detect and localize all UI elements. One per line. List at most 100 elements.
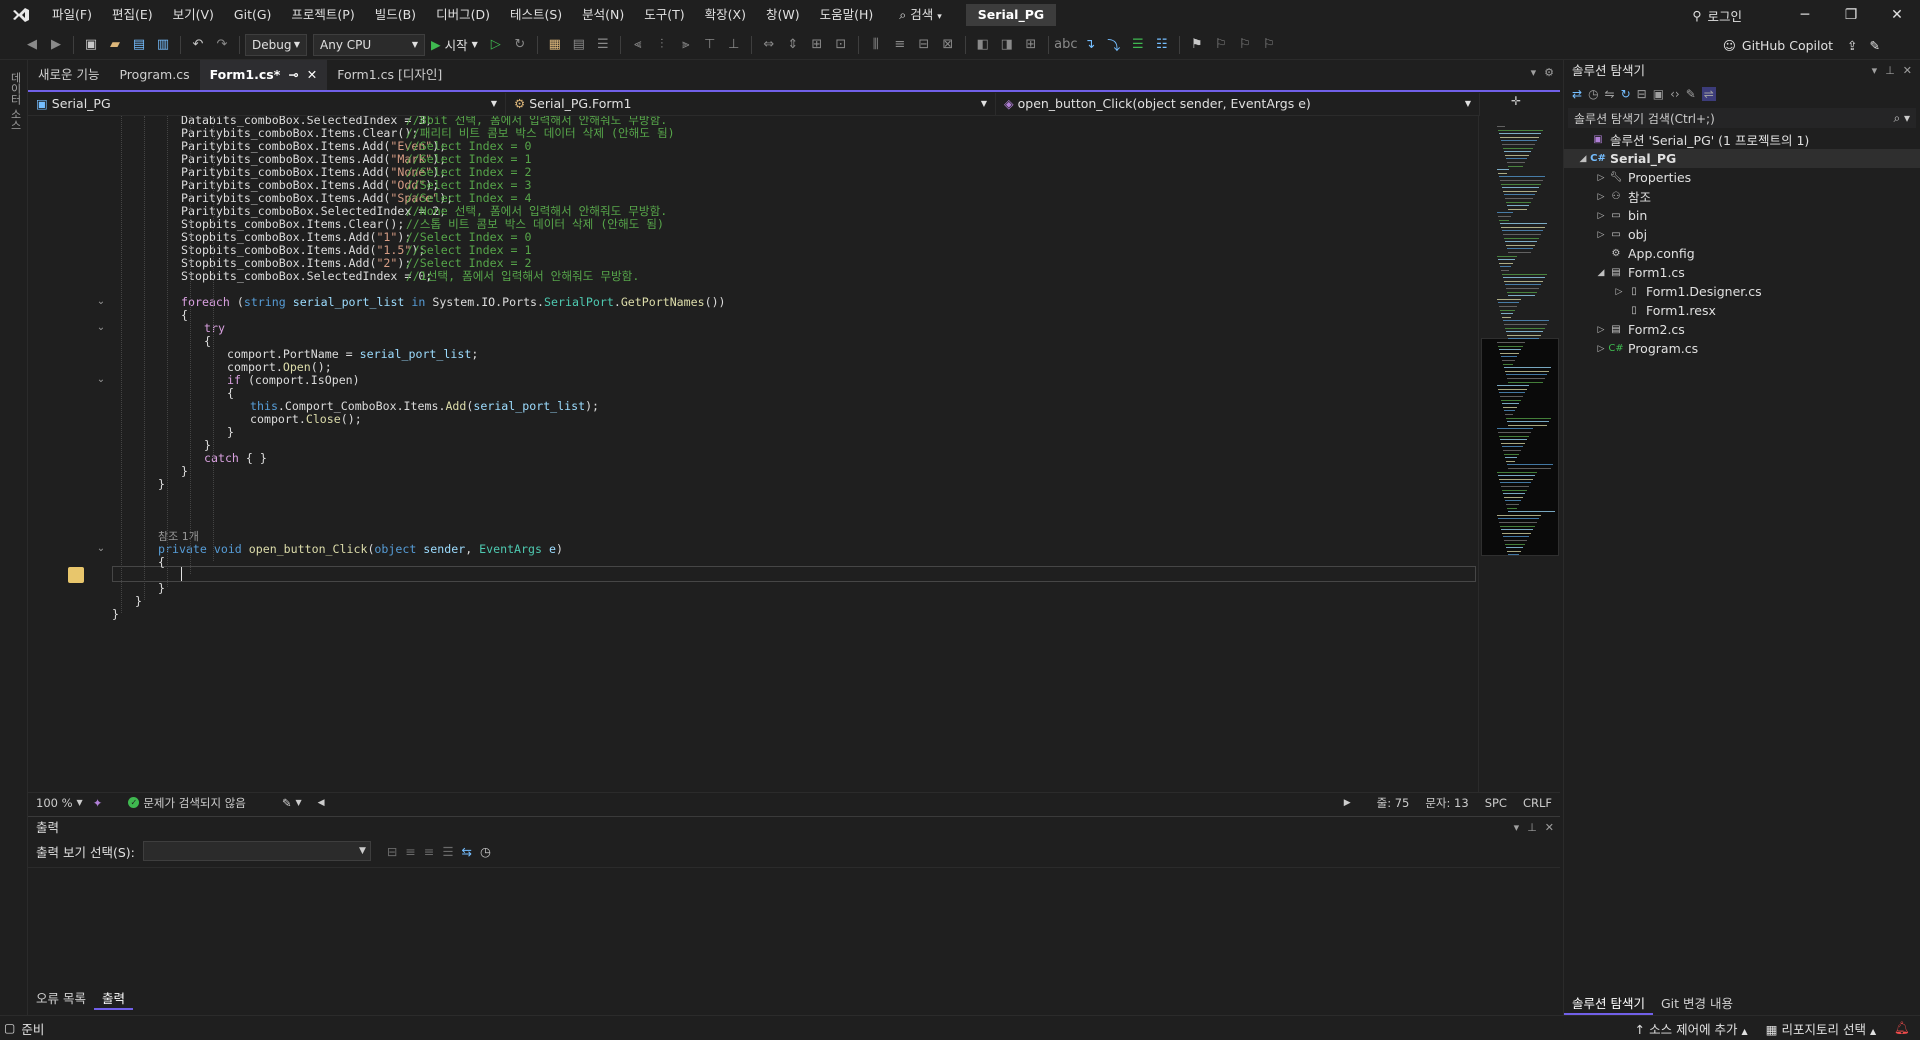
solution-bottom-tab[interactable]: Git 변경 내용 <box>1653 993 1741 1015</box>
code-editor[interactable]: ⌄⌄⌄⌄ Databits_comboBox.Items.Add("8");//… <box>28 116 1478 792</box>
next-message-icon[interactable]: ≡ <box>424 844 434 859</box>
issues-indicator[interactable]: ✓ 문제가 검색되지 않음 <box>120 795 254 811</box>
spell-check-icon[interactable]: abc <box>1054 35 1077 55</box>
code-text-area[interactable]: Databits_comboBox.Items.Add("8");//Selec… <box>112 116 1478 792</box>
fold-toggle-icon[interactable]: ⌄ <box>96 541 106 557</box>
split-editor-icon[interactable]: ✛ <box>1511 94 1521 108</box>
chevron-down-icon[interactable]: ▾ <box>1514 821 1520 834</box>
next-bookmark-icon[interactable]: ⚐ <box>1235 35 1255 55</box>
bottom-tab[interactable]: 오류 목록 <box>28 988 94 1010</box>
make-same-size-icon[interactable]: ⊞ <box>807 35 827 55</box>
close-tab-icon[interactable]: ✕ <box>307 60 317 90</box>
browse-icon[interactable]: ▦ <box>545 35 565 55</box>
settings-gear-icon[interactable]: ⚙ <box>1544 66 1554 79</box>
tree-item[interactable]: ▣ 솔루션 'Serial_PG' (1 프로젝트의 1) <box>1564 130 1920 149</box>
expand-arrow-icon[interactable]: ◢ <box>1576 154 1590 164</box>
back-icon[interactable]: ◀ <box>22 35 42 55</box>
output-text-area[interactable] <box>28 867 1560 989</box>
expand-arrow-icon[interactable]: ▷ <box>1594 344 1608 354</box>
member-nav-dropdown[interactable]: ◈ open_button_Click(object sender, Event… <box>996 92 1480 115</box>
chevron-down-icon[interactable]: ▾ <box>1872 64 1878 77</box>
bottom-tab[interactable]: 출력 <box>93 988 133 1010</box>
expand-arrow-icon[interactable]: ◢ <box>1594 268 1608 278</box>
tree-item[interactable]: ▷ ▯ Form1.Designer.cs <box>1564 282 1920 301</box>
menu-item[interactable]: 파일(F) <box>42 0 102 30</box>
tree-item[interactable]: ▷ ▭ bin <box>1564 206 1920 225</box>
lightbulb-icon[interactable] <box>68 567 84 583</box>
menu-item[interactable]: 도움말(H) <box>810 0 884 30</box>
restore-button[interactable]: ❐ <box>1828 0 1874 30</box>
clear-all-icon[interactable]: ☰ <box>442 844 453 859</box>
pending-changes-icon[interactable]: ◷ <box>1588 87 1598 101</box>
clear-bookmark-icon[interactable]: ⚐ <box>1259 35 1279 55</box>
tab-order-icon[interactable]: ⊞ <box>1021 35 1041 55</box>
github-copilot-button[interactable]: ☺ GitHub Copilot ⇪ ✎ <box>1723 30 1880 60</box>
solution-search-box[interactable]: 솔루션 탐색기 검색(Ctrl+;) ⌕ ▾ <box>1568 108 1916 128</box>
pin-tab-icon[interactable]: ⊸ <box>288 60 298 90</box>
menu-item[interactable]: 프로젝트(P) <box>281 0 364 30</box>
tree-item[interactable]: ▷ C# Program.cs <box>1564 339 1920 358</box>
align-left-icon[interactable]: ⫷ <box>628 35 648 55</box>
expand-arrow-icon[interactable]: ▷ <box>1612 287 1626 297</box>
line-ending[interactable]: CRLF <box>1515 795 1560 811</box>
menu-item[interactable]: 확장(X) <box>695 0 756 30</box>
sync-icon[interactable]: ⇋ <box>1605 87 1615 101</box>
output-status-icon[interactable]: ▢ <box>4 1021 15 1035</box>
make-same-width-icon[interactable]: ⇔ <box>759 35 779 55</box>
menu-item[interactable]: Git(G) <box>224 0 282 30</box>
save-icon[interactable]: ▤ <box>129 35 149 55</box>
pin-icon[interactable]: ⊥ <box>1885 64 1895 77</box>
step-over-icon[interactable]: ⤵ <box>1104 35 1124 55</box>
fold-toggle-icon[interactable]: ⌄ <box>96 372 106 388</box>
h-spacing-icon[interactable]: ⫼ <box>866 35 886 55</box>
fold-toggle-icon[interactable]: ⌄ <box>96 320 106 336</box>
source-control-button[interactable]: ↑ 소스 제어에 추가 ▲ <box>1635 1019 1748 1038</box>
open-folder-icon[interactable]: ▰ <box>105 35 125 55</box>
forward-icon[interactable]: ▶ <box>46 35 66 55</box>
tree-item[interactable]: ◢ C# Serial_PG <box>1564 149 1920 168</box>
class-nav-dropdown[interactable]: ⚙ Serial_PG.Form1 ▼ <box>506 92 996 115</box>
comment-icon[interactable]: ☰ <box>1128 35 1148 55</box>
doc-tab[interactable]: Form1.cs* ⊸ ✕ <box>199 60 328 90</box>
tree-item[interactable]: ⚙ App.config <box>1564 244 1920 263</box>
format-icon[interactable]: ☰ <box>593 35 613 55</box>
timestamp-icon[interactable]: ◷ <box>480 844 491 859</box>
menu-item[interactable]: 분석(N) <box>572 0 634 30</box>
editor-minimap[interactable]: ✛ <box>1478 94 1560 792</box>
doc-tab[interactable]: 새로운 기능 <box>28 60 109 90</box>
save-all-icon[interactable]: ▥ <box>153 35 173 55</box>
switch-views-icon[interactable]: ⇄ <box>1572 87 1582 101</box>
tree-item[interactable]: ▯ Form1.resx <box>1564 301 1920 320</box>
start-debug-button[interactable]: ▶ 시작 ▼ <box>431 35 478 54</box>
align-top-icon[interactable]: ⊤ <box>700 35 720 55</box>
center-h-icon[interactable]: ⊟ <box>914 35 934 55</box>
output-source-dropdown[interactable]: ▼ <box>142 841 371 861</box>
step-into-icon[interactable]: ↴ <box>1080 35 1100 55</box>
whitespace-mode[interactable]: SPC <box>1477 795 1515 811</box>
doc-tab[interactable]: Form1.cs [디자인] <box>327 60 452 90</box>
view-code-icon[interactable]: ‹› <box>1670 87 1680 101</box>
data-sources-tab[interactable]: 데이터 소스 <box>7 72 23 131</box>
menu-item[interactable]: 디버그(D) <box>426 0 500 30</box>
new-project-icon[interactable]: ▣ <box>81 35 101 55</box>
align-center-icon[interactable]: ⫶ <box>652 35 672 55</box>
tree-item[interactable]: ▷ 🔧︎ Properties <box>1564 168 1920 187</box>
tab-list-dropdown-icon[interactable]: ▾ <box>1531 66 1537 79</box>
doc-tab[interactable]: Program.cs <box>109 60 199 90</box>
word-wrap-icon[interactable]: ⇆ <box>462 844 472 859</box>
pin-icon[interactable]: ⊥ <box>1527 821 1537 834</box>
solution-bottom-tab[interactable]: 솔루션 탐색기 <box>1564 993 1653 1015</box>
expand-arrow-icon[interactable]: ▷ <box>1594 192 1608 202</box>
align-bottom-icon[interactable]: ⊥ <box>724 35 744 55</box>
bring-front-icon[interactable]: ◧ <box>973 35 993 55</box>
expand-arrow-icon[interactable]: ▷ <box>1594 211 1608 221</box>
tree-item[interactable]: ▷ ⚇ 참조 <box>1564 187 1920 206</box>
undo-icon[interactable]: ↶ <box>188 35 208 55</box>
prev-bookmark-icon[interactable]: ⚐ <box>1211 35 1231 55</box>
project-nav-dropdown[interactable]: ▣ Serial_PG ▼ <box>28 92 506 115</box>
menu-item[interactable]: 빌드(B) <box>365 0 426 30</box>
zoom-dropdown[interactable]: 100 % ▼ ✦ <box>28 796 110 810</box>
line-number[interactable]: 줄: 75 <box>1369 795 1418 811</box>
layout-icon[interactable]: ▤ <box>569 35 589 55</box>
configuration-dropdown[interactable]: Debug ▼ <box>245 33 307 56</box>
